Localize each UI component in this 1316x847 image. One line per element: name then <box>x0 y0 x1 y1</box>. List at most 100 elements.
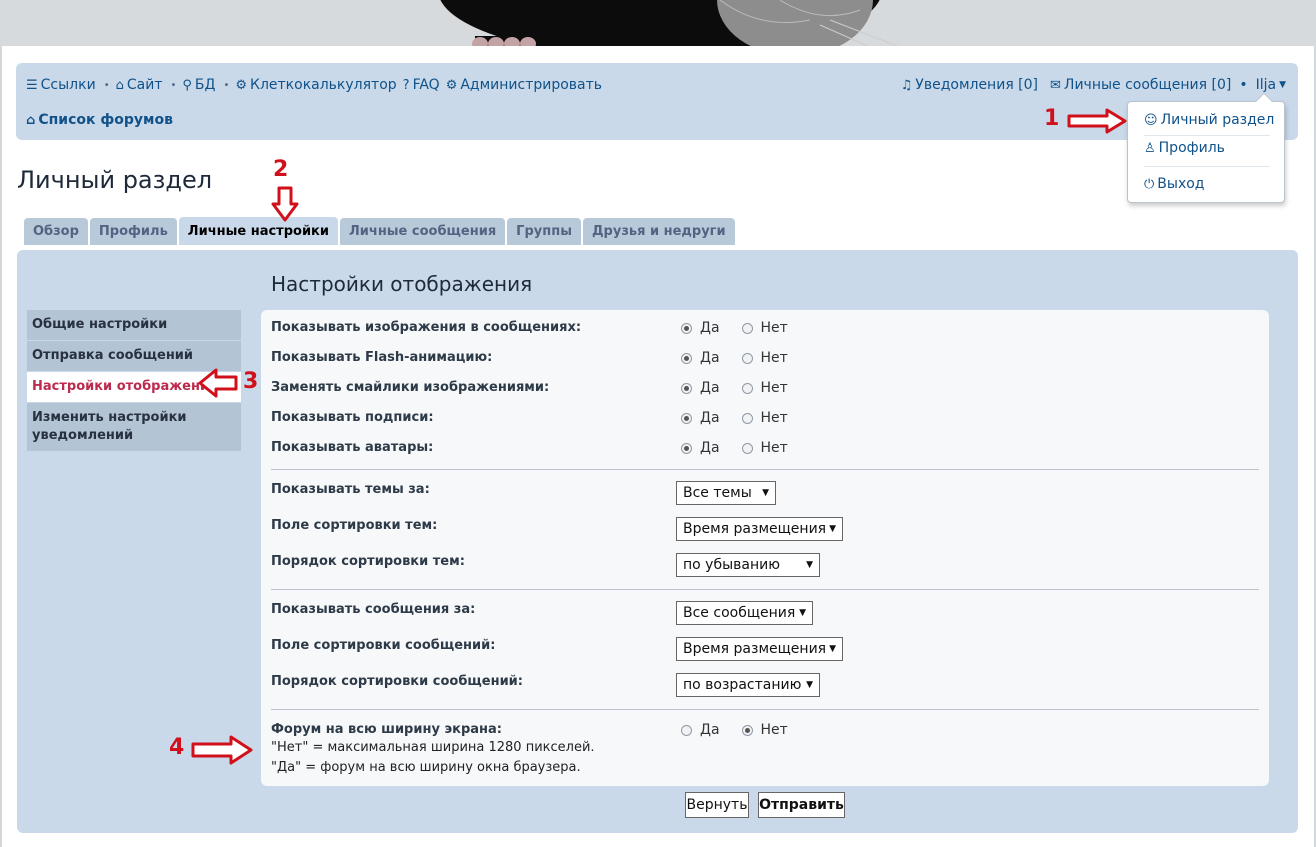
nav-notifications[interactable]: ♫ Уведомления [0] <box>901 77 1038 93</box>
radio-label: Да <box>700 320 720 336</box>
radio-label: Да <box>700 380 720 396</box>
caret-down-icon: ▼ <box>799 608 806 618</box>
radio-label: Нет <box>760 380 788 396</box>
setting-row: Порядок сортировки сообщений: по возраст… <box>271 673 1261 697</box>
radio-yes[interactable] <box>681 322 692 334</box>
bell-icon: ♫ <box>900 77 913 93</box>
divider <box>271 709 1259 710</box>
fullwidth-note-yes: "Да" = форум на всю ширину окна браузера… <box>271 760 581 775</box>
nav-admin[interactable]: ⚙ Администрировать <box>446 77 602 93</box>
caret-down-icon: ▼ <box>806 680 813 690</box>
tab-overview[interactable]: Обзор <box>24 218 88 245</box>
dropdown-item-logout[interactable]: ⏻ Выход <box>1144 176 1205 192</box>
radio-label: Нет <box>760 410 788 426</box>
divider <box>1144 135 1270 136</box>
radio-yes[interactable] <box>681 352 692 364</box>
radio-group: Да Нет <box>681 320 788 336</box>
radio-label: Да <box>700 410 720 426</box>
post-sortkey-select[interactable]: Время размещения ▼ <box>676 637 843 661</box>
ucp-tabs: Обзор Профиль Личные настройки Личные со… <box>24 217 737 245</box>
user-icon: ♙ <box>1144 140 1156 156</box>
dropdown-item-ucp[interactable]: ☺ Личный раздел <box>1144 112 1274 128</box>
radio-no[interactable] <box>741 352 753 364</box>
separator-dot: • <box>103 79 110 91</box>
header-banner <box>0 0 1316 47</box>
section-title: Настройки отображения <box>271 272 533 296</box>
caret-down-icon: ▼ <box>829 524 836 534</box>
tab-friends-foes[interactable]: Друзья и недруги <box>582 218 735 245</box>
setting-row: Форум на всю ширину экрана: Да Нет <box>271 722 1261 742</box>
nav-links[interactable]: ☰ Ссылки <box>26 77 96 93</box>
radio-no[interactable] <box>741 412 753 424</box>
post-days-select[interactable]: Все сообщения ▼ <box>676 601 813 625</box>
topic-days-select[interactable]: Все темы ▼ <box>676 481 776 505</box>
user-card-icon: ☺ <box>1144 112 1158 128</box>
topic-sortkey-select[interactable]: Время размещения ▼ <box>676 517 843 541</box>
side-item-notifications[interactable]: Изменить настройки уведомлений <box>27 403 241 451</box>
radio-label: Нет <box>760 350 788 366</box>
tab-profile[interactable]: Профиль <box>89 218 177 245</box>
nav-private-messages[interactable]: ✉ Личные сообщения [0] <box>1050 77 1231 93</box>
caret-down-icon: ▼ <box>829 644 836 654</box>
setting-row: Показывать аватары: Да Нет <box>271 440 1261 460</box>
post-sortdir-select[interactable]: по возрастанию ▼ <box>676 673 820 697</box>
radio-label: Да <box>700 350 720 366</box>
radio-group: Да Нет <box>681 350 788 366</box>
power-icon: ⏻ <box>1144 176 1155 192</box>
side-item-global[interactable]: Общие настройки <box>27 310 241 340</box>
topic-sortdir-select[interactable]: по убыванию ▼ <box>676 553 820 577</box>
radio-label: Нет <box>760 320 788 336</box>
radio-no[interactable] <box>741 322 753 334</box>
home-icon: ⌂ <box>115 77 124 93</box>
dropdown-item-profile[interactable]: ♙ Профиль <box>1144 140 1225 156</box>
reset-button[interactable]: Вернуть <box>685 792 749 818</box>
annotation-arrow-left <box>198 368 238 398</box>
setting-row: Поле сортировки сообщений: Время размеще… <box>271 637 1261 661</box>
question-icon: ? <box>402 77 410 93</box>
page-title: Личный раздел <box>17 166 213 194</box>
search-icon: ⚲ <box>182 77 192 93</box>
radio-yes[interactable] <box>681 442 692 454</box>
side-item-posting[interactable]: Отправка сообщений <box>27 341 241 371</box>
tab-groups[interactable]: Группы <box>507 218 581 245</box>
nav-site[interactable]: ⌂ Сайт <box>116 77 163 93</box>
setting-label: Заменять смайлики изображениями: <box>271 380 550 395</box>
user-menu-toggle[interactable]: Ilja ▼ <box>1256 77 1286 93</box>
nav-faq[interactable]: ? FAQ <box>403 77 440 93</box>
divider <box>271 469 1259 470</box>
annotation-arrow-right <box>1067 108 1127 134</box>
setting-label: Показывать Flash-анимацию: <box>271 350 493 365</box>
divider <box>1144 166 1270 167</box>
setting-row: Показывать сообщения за: Все сообщения ▼ <box>271 601 1261 625</box>
fullwidth-note-no: "Нет" = максимальная ширина 1280 пикселе… <box>271 740 595 755</box>
radio-no[interactable] <box>741 442 753 454</box>
nav-calculator[interactable]: ⚙ Клеткокалькулятор <box>235 77 396 93</box>
setting-label: Форум на всю ширину экрана: <box>271 722 503 737</box>
setting-row: Заменять смайлики изображениями: Да Нет <box>271 380 1261 400</box>
radio-no[interactable] <box>741 382 753 394</box>
separator-dot: • <box>223 79 230 91</box>
caret-down-icon: ▼ <box>1279 80 1286 90</box>
gears-icon: ⚙ <box>235 77 248 93</box>
radio-yes[interactable] <box>681 382 692 394</box>
radio-group: Да Нет <box>681 440 788 456</box>
radio-no[interactable] <box>741 724 753 736</box>
submit-button[interactable]: Отправить <box>758 792 845 818</box>
annotation-number: 3 <box>243 369 259 394</box>
home-icon: ⌂ <box>26 112 36 128</box>
tab-preferences[interactable]: Личные настройки <box>178 217 338 245</box>
setting-row: Поле сортировки тем: Время размещения ▼ <box>271 517 1261 541</box>
setting-row: Показывать темы за: Все темы ▼ <box>271 481 1261 505</box>
radio-group: Да Нет <box>681 722 788 738</box>
annotation-number: 4 <box>169 735 185 760</box>
setting-label: Показывать темы за: <box>271 482 430 497</box>
radio-label: Да <box>700 722 720 738</box>
gears-icon: ⚙ <box>445 77 458 93</box>
radio-yes[interactable] <box>681 412 692 424</box>
setting-row: Показывать изображения в сообщениях: Да … <box>271 320 1261 340</box>
setting-label: Поле сортировки тем: <box>271 518 438 533</box>
tab-private-messages[interactable]: Личные сообщения <box>339 218 506 245</box>
radio-yes[interactable] <box>681 724 692 736</box>
breadcrumb[interactable]: ⌂ Список форумов <box>26 112 173 128</box>
nav-db[interactable]: ⚲ БД <box>182 77 215 93</box>
